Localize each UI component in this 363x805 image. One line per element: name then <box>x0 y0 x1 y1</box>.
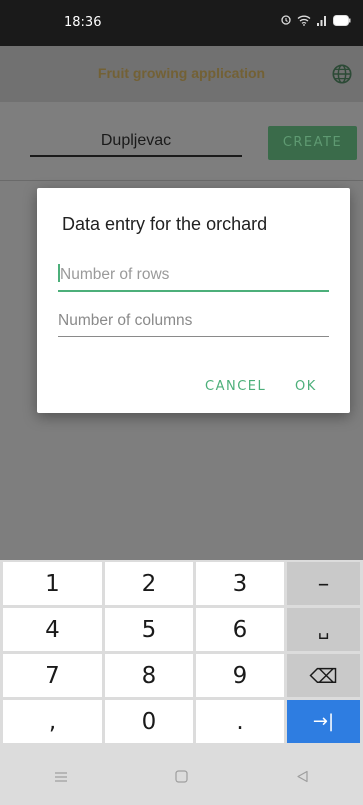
wifi-icon <box>297 15 311 26</box>
key-4[interactable]: 4 <box>3 608 102 651</box>
key-backspace[interactable]: ⌫ <box>287 654 360 697</box>
ok-button[interactable]: OK <box>295 379 317 394</box>
create-button[interactable]: CREATE <box>268 126 357 160</box>
key-0[interactable]: 0 <box>105 700 193 743</box>
key-9[interactable]: 9 <box>196 654 284 697</box>
alarm-icon <box>281 15 291 25</box>
rows-input[interactable]: Number of rows <box>58 264 329 292</box>
orchard-name-input[interactable]: Dupljevac <box>30 132 242 157</box>
key-period[interactable]: . <box>196 700 284 743</box>
signal-icon <box>317 16 326 26</box>
columns-input[interactable]: Number of columns <box>58 312 329 337</box>
battery-icon <box>333 14 351 26</box>
key-8[interactable]: 8 <box>105 654 193 697</box>
status-bar: 18:36 <box>0 0 363 46</box>
key-3[interactable]: 3 <box>196 562 284 605</box>
dialog-title: Data entry for the orchard <box>62 214 268 234</box>
app-title: Fruit growing application <box>97 65 266 81</box>
key-6[interactable]: 6 <box>196 608 284 651</box>
back-icon[interactable] <box>296 770 309 783</box>
cancel-button[interactable]: CANCEL <box>205 379 266 394</box>
key-minus[interactable]: – <box>287 562 360 605</box>
data-entry-dialog: Data entry for the orchard Number of row… <box>37 188 350 413</box>
system-nav-bar <box>0 748 363 805</box>
app-bar: Fruit growing application <box>0 46 363 102</box>
home-icon[interactable] <box>175 770 189 783</box>
key-5[interactable]: 5 <box>105 608 193 651</box>
orchard-toolbar: Dupljevac CREATE <box>0 102 363 181</box>
status-icons <box>280 14 351 26</box>
menu-icon[interactable] <box>54 771 68 783</box>
rows-placeholder: Number of rows <box>60 266 170 283</box>
key-1[interactable]: 1 <box>3 562 102 605</box>
key-2[interactable]: 2 <box>105 562 193 605</box>
columns-placeholder: Number of columns <box>58 312 193 329</box>
key-next[interactable]: →| <box>287 700 360 743</box>
globe-icon[interactable] <box>331 63 353 85</box>
key-space[interactable]: ␣ <box>287 608 360 651</box>
key-7[interactable]: 7 <box>3 654 102 697</box>
status-time: 18:36 <box>64 15 102 30</box>
key-comma[interactable]: , <box>3 700 102 743</box>
